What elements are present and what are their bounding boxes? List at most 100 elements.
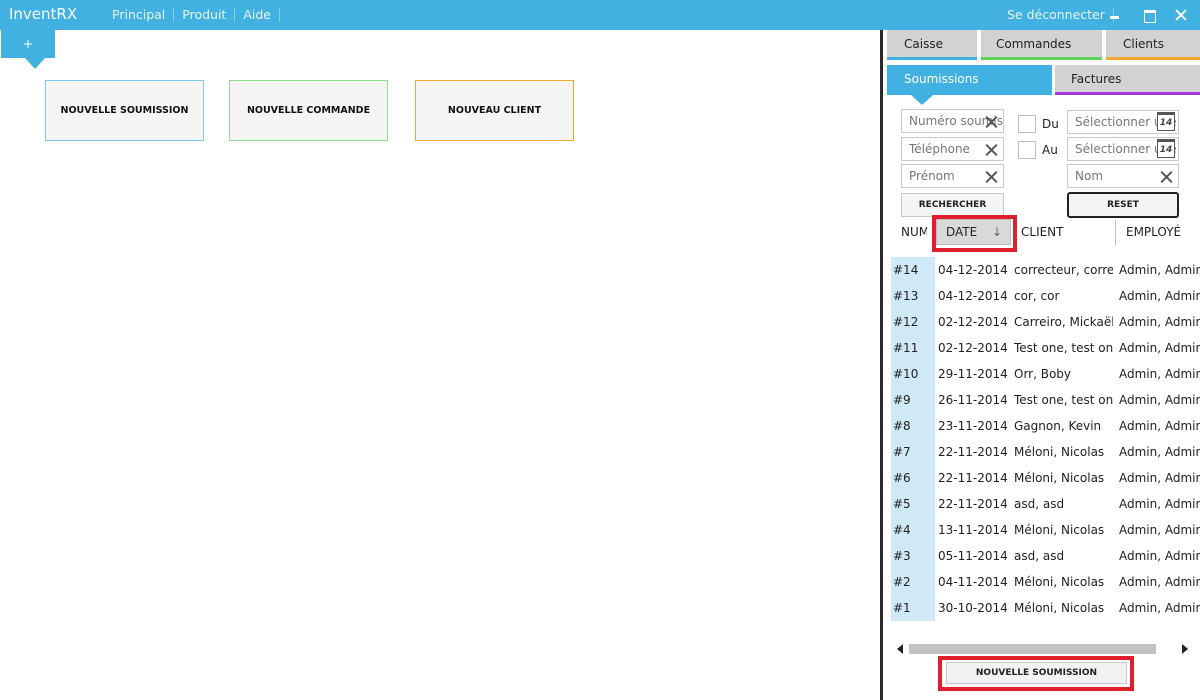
row-employe: Admin, Admin (1119, 471, 1200, 485)
row-employe: Admin, Admin (1119, 419, 1200, 433)
table-row[interactable]: #11 02-12-2014 Test one, test one Admin, Ad… (891, 335, 1200, 361)
maximize-icon[interactable] (1140, 6, 1158, 24)
clear-icon[interactable] (985, 170, 998, 183)
minimize-icon[interactable] (1106, 6, 1124, 24)
row-number: #10 (891, 361, 935, 387)
table-row[interactable]: #7 22-11-2014 Méloni, Nicolas Admin, Admin (891, 439, 1200, 465)
table-row[interactable]: #1404-12-2014 correcteur, correcteur Admin… (891, 257, 1200, 283)
tab-commandes[interactable]: Commandes (981, 30, 1102, 60)
tab-soumissions[interactable]: Soumissions (887, 65, 1052, 95)
row-client: asd, asd (1014, 497, 1065, 511)
table-row[interactable]: #12 02-12-2014 Carreiro, Mickaël Admin, Adm… (891, 309, 1200, 335)
table-row[interactable]: #13 04-12-2014 cor, cor Admin, Admin (891, 283, 1200, 309)
row-client: Test one, test one (1014, 393, 1113, 407)
calendar-icon[interactable]: 14 (1157, 112, 1175, 131)
row-date: 30-10-2014 (938, 601, 1008, 615)
row-employe: Admin, Admin (1119, 393, 1200, 407)
row-number: #9 (891, 387, 935, 413)
row-employe: Admin, Admin (1119, 601, 1200, 615)
table-row[interactable]: #9 26-11-2014 Test one, test one Admin, Adm… (891, 387, 1200, 413)
table-row[interactable]: #8 23-11-2014 Gagnon, Kevin Admin, Admin (891, 413, 1200, 439)
row-employe: Admin, Admin (1119, 523, 1200, 537)
table-row[interactable]: #6 22-11-2014 Méloni, Nicolas Admin, Admin (891, 465, 1200, 491)
row-client: Orr, Boby (1014, 367, 1072, 381)
calendar-icon[interactable]: 14 (1157, 139, 1175, 158)
search-button[interactable]: RECHERCHER (901, 193, 1004, 217)
new-commande-tile[interactable]: NOUVELLE COMMANDE (229, 80, 388, 141)
numero-search-input[interactable]: Numéro soumission (901, 109, 1004, 133)
highlight-box (932, 215, 1017, 252)
horizontal-scrollbar[interactable] (893, 643, 1198, 655)
row-client: Méloni, Nicolas (1014, 601, 1105, 615)
new-soumission-tile[interactable]: NOUVELLE SOUMISSION (45, 80, 204, 141)
logout-link[interactable]: Se déconnecter (999, 8, 1114, 22)
column-header-employe[interactable]: EMPLOYÉ (1115, 220, 1200, 245)
clear-icon[interactable] (1160, 170, 1173, 183)
row-date: 22-11-2014 (938, 497, 1008, 511)
add-tab-pointer (25, 58, 45, 69)
panel-divider[interactable] (880, 30, 883, 700)
row-client: correcteur, correcteur (1014, 263, 1113, 277)
reset-button[interactable]: RESET (1067, 192, 1179, 218)
telephone-search-input[interactable]: Téléphone (901, 137, 1004, 161)
date-to-picker[interactable]: Sélectionner une date 14 (1067, 137, 1179, 161)
row-date: 13-11-2014 (938, 523, 1008, 537)
clear-icon[interactable] (985, 143, 998, 156)
row-number: #7 (891, 439, 935, 465)
close-icon[interactable] (1172, 6, 1190, 24)
table-row[interactable]: #5 22-11-2014 asd, asd Admin, Admin (891, 491, 1200, 517)
clear-icon[interactable] (985, 115, 998, 128)
row-number: #13 (891, 283, 935, 309)
tab-label: Factures (1071, 72, 1122, 86)
row-date: 22-11-2014 (938, 471, 1008, 485)
du-checkbox[interactable] (1018, 115, 1036, 133)
tab-label: Commandes (996, 37, 1072, 51)
row-date: 04-12-2014 (938, 263, 1008, 277)
placeholder-text: Téléphone (909, 142, 970, 156)
row-date: 04-12-2014 (938, 289, 1008, 303)
title-bar: InventRX Principal Produit Aide Se décon… (0, 0, 1200, 30)
menu-item-aide[interactable]: Aide (235, 8, 280, 22)
tile-label: NOUVELLE SOUMISSION (60, 105, 189, 116)
date-from-picker[interactable]: Sélectionner une date 14 (1067, 110, 1179, 134)
table-row[interactable]: #2 04-11-2014 Méloni, Nicolas Admin, Admin (891, 569, 1200, 595)
tab-factures[interactable]: Factures (1055, 65, 1200, 95)
add-tab-button[interactable]: + (1, 30, 55, 58)
au-checkbox[interactable] (1018, 141, 1036, 159)
du-label: Du (1042, 117, 1059, 131)
tile-label: NOUVELLE COMMANDE (246, 105, 371, 116)
row-number: #2 (891, 569, 935, 595)
tab-caisse[interactable]: Caisse (887, 30, 977, 60)
row-employe: Admin, Admin (1119, 263, 1200, 277)
column-header-client[interactable]: CLIENT (1021, 220, 1116, 245)
row-number: #14 (891, 257, 935, 283)
new-client-tile[interactable]: NOUVEAU CLIENT (415, 80, 574, 141)
nom-search-input[interactable]: Nom (1067, 164, 1179, 188)
highlight-box (938, 656, 1134, 691)
menu-item-produit[interactable]: Produit (174, 8, 236, 22)
column-header-numero[interactable]: NUMÉRO (901, 220, 927, 245)
row-client: Carreiro, Mickaël (1014, 315, 1113, 329)
menu-item-principal[interactable]: Principal (104, 8, 175, 22)
row-date: 23-11-2014 (938, 419, 1008, 433)
scroll-right-icon[interactable] (1182, 644, 1188, 654)
table-row[interactable]: #10 29-11-2014 Orr, Boby Admin, Admin (891, 361, 1200, 387)
scroll-left-icon[interactable] (897, 644, 903, 654)
table-row[interactable]: #3 05-11-2014 asd, asd Admin, Admin (891, 543, 1200, 569)
placeholder-text: Nom (1075, 169, 1104, 183)
row-date: 05-11-2014 (938, 549, 1008, 563)
placeholder-text: Prénom (909, 169, 955, 183)
prenom-search-input[interactable]: Prénom (901, 164, 1004, 188)
tab-active-pointer (911, 95, 933, 105)
tab-clients[interactable]: Clients (1106, 30, 1200, 60)
scroll-thumb[interactable] (909, 644, 1156, 654)
tile-label: NOUVEAU CLIENT (447, 105, 542, 116)
table-row[interactable]: #4 13-11-2014 Méloni, Nicolas Admin, Admin (891, 517, 1200, 543)
row-client: Méloni, Nicolas (1014, 445, 1105, 459)
row-client: Gagnon, Kevin (1014, 419, 1102, 433)
main-menu: Principal Produit Aide (104, 8, 280, 22)
table-row[interactable]: #1 30-10-2014 Méloni, Nicolas Admin, Admin (891, 595, 1200, 621)
app-title: InventRX (9, 5, 78, 23)
row-client: Test one, test one (1014, 341, 1113, 355)
row-client: cor, cor (1014, 289, 1060, 303)
